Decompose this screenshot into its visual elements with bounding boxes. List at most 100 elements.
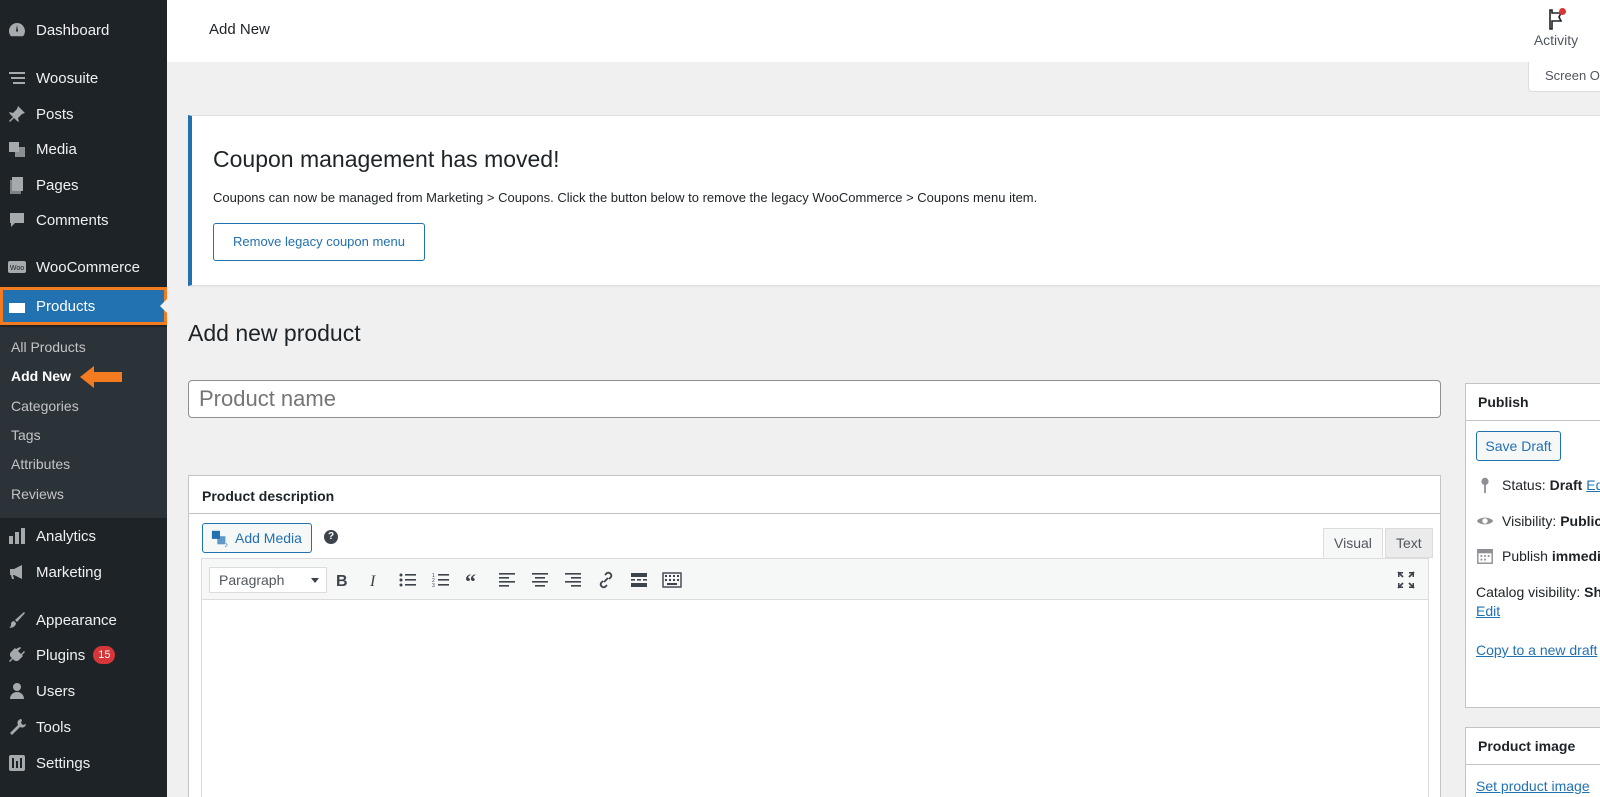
visibility-row: Visibility: Public xyxy=(1476,512,1600,530)
description-header: Product description xyxy=(189,476,1440,514)
submenu-categories[interactable]: Categories xyxy=(11,398,79,414)
flag-icon xyxy=(1546,8,1566,30)
copy-to-draft-link[interactable]: Copy to a new draft xyxy=(1476,642,1597,658)
chevron-down-icon xyxy=(311,578,319,583)
remove-legacy-coupon-button[interactable]: Remove legacy coupon menu xyxy=(213,223,425,261)
pin-icon xyxy=(1481,477,1489,494)
eye-icon xyxy=(1476,517,1494,525)
link-icon xyxy=(599,571,613,589)
product-description-box: Product description ♪ Add Media ? Visual… xyxy=(188,475,1441,797)
woocommerce-icon: Woo xyxy=(7,257,27,277)
tab-visual[interactable]: Visual xyxy=(1323,528,1383,558)
sidebar-item-comments[interactable]: Comments xyxy=(0,203,167,237)
bold-icon: B xyxy=(336,573,348,590)
toolbar-toggle-button[interactable] xyxy=(660,568,684,592)
sidebar-item-label: Comments xyxy=(36,211,109,229)
add-media-button[interactable]: ♪ Add Media xyxy=(202,523,312,553)
format-select-value: Paragraph xyxy=(219,572,285,588)
products-icon xyxy=(7,296,27,316)
fullscreen-button[interactable] xyxy=(1394,568,1418,592)
align-right-button[interactable] xyxy=(561,568,585,592)
svg-text:3: 3 xyxy=(432,583,435,589)
align-center-button[interactable] xyxy=(528,568,552,592)
set-product-image-link[interactable]: Set product image xyxy=(1476,778,1590,794)
italic-icon: I xyxy=(369,573,376,590)
sidebar-item-label: Tools xyxy=(36,718,72,736)
submenu-attributes[interactable]: Attributes xyxy=(11,456,70,472)
calendar-icon xyxy=(1477,548,1493,564)
status-value: Draft xyxy=(1549,477,1583,493)
submenu-reviews[interactable]: Reviews xyxy=(11,486,64,502)
sidebar-item-label: Pages xyxy=(36,176,79,194)
sidebar-item-woocommerce[interactable]: Woo WooCommerce xyxy=(0,250,167,284)
sidebar-item-label: WooCommerce xyxy=(36,258,140,276)
comments-icon xyxy=(7,210,27,230)
svg-text:♪: ♪ xyxy=(225,540,229,547)
bullet-list-button[interactable] xyxy=(396,568,420,592)
sidebar-item-plugins[interactable]: Plugins 15 xyxy=(0,638,167,672)
products-submenu: All Products Add New Categories Tags Att… xyxy=(0,327,167,518)
sidebar-item-label: Plugins xyxy=(36,646,86,664)
svg-text:I: I xyxy=(369,573,376,590)
format-select[interactable]: Paragraph xyxy=(209,567,327,593)
submenu-tags[interactable]: Tags xyxy=(11,427,41,443)
numbered-list-button[interactable]: 123 xyxy=(429,568,453,592)
catalog-visibility-row: Catalog visibility: Sho xyxy=(1476,584,1600,600)
sidebar-item-analytics[interactable]: Analytics xyxy=(0,519,167,553)
sidebar-item-marketing[interactable]: Marketing xyxy=(0,555,167,589)
align-left-icon xyxy=(499,573,515,587)
description-editor[interactable] xyxy=(201,600,1429,797)
sidebar-item-media[interactable]: Media xyxy=(0,132,167,166)
save-draft-button[interactable]: Save Draft xyxy=(1476,431,1561,461)
catalog-edit-link[interactable]: Edit xyxy=(1476,603,1500,619)
activity-button[interactable]: Activity xyxy=(1526,8,1586,48)
submenu-add-new[interactable]: Add New xyxy=(11,368,71,384)
status-label: Status: xyxy=(1502,477,1546,493)
help-icon[interactable]: ? xyxy=(324,530,338,544)
blockquote-button[interactable]: “ xyxy=(462,568,486,592)
bold-button[interactable]: B xyxy=(330,568,354,592)
sidebar-item-settings[interactable]: Settings xyxy=(0,746,167,780)
sidebar-item-tools[interactable]: Tools xyxy=(0,710,167,744)
media-icon: ♪ xyxy=(211,530,229,547)
product-name-input[interactable] xyxy=(188,380,1441,418)
bullet-list-icon xyxy=(399,573,416,587)
align-left-button[interactable] xyxy=(495,568,519,592)
tab-text[interactable]: Text xyxy=(1385,528,1433,558)
sidebar-item-dashboard[interactable]: Dashboard xyxy=(0,13,167,47)
catalog-label: Catalog visibility: xyxy=(1476,584,1581,600)
catalog-value: Sho xyxy=(1584,584,1600,600)
italic-button[interactable]: I xyxy=(363,568,387,592)
media-icon xyxy=(7,139,27,159)
sidebar-item-appearance[interactable]: Appearance xyxy=(0,603,167,637)
woosuite-icon xyxy=(7,68,27,88)
sidebar-item-label: Users xyxy=(36,682,76,700)
status-edit-link[interactable]: Edit xyxy=(1586,477,1600,493)
sidebar-item-posts[interactable]: Posts xyxy=(0,97,167,131)
sidebar-item-users[interactable]: Users xyxy=(0,674,167,708)
product-image-header: Product image xyxy=(1466,728,1600,765)
publish-box: Publish Save Draft Status: Draft Edit Vi… xyxy=(1465,383,1600,708)
users-icon xyxy=(7,681,27,701)
sidebar-item-products[interactable]: Products xyxy=(0,287,167,325)
keyboard-icon xyxy=(662,572,682,588)
megaphone-icon xyxy=(7,562,27,582)
sidebar-item-label: Analytics xyxy=(36,527,97,545)
active-caret-icon xyxy=(160,299,167,313)
plugins-update-badge: 15 xyxy=(93,646,116,664)
visibility-label: Visibility: xyxy=(1502,513,1557,529)
sidebar-item-label: Products xyxy=(36,297,96,315)
sidebar-item-pages[interactable]: Pages xyxy=(0,168,167,202)
sidebar-item-woosuite[interactable]: Woosuite xyxy=(0,61,167,95)
notice-text: Coupons can now be managed from Marketin… xyxy=(213,190,1038,205)
insert-link-button[interactable] xyxy=(594,568,618,592)
sidebar-item-label: Woosuite xyxy=(36,69,99,87)
submenu-all-products[interactable]: All Products xyxy=(11,339,86,355)
read-more-button[interactable] xyxy=(627,568,651,592)
sidebar-item-label: Appearance xyxy=(36,611,117,629)
sidebar-item-label: Media xyxy=(36,140,77,158)
screen-options-button[interactable]: Screen O xyxy=(1528,62,1600,92)
paintbrush-icon xyxy=(7,610,27,630)
numbered-list-icon: 123 xyxy=(432,573,449,589)
publish-label: Publish xyxy=(1502,548,1548,564)
